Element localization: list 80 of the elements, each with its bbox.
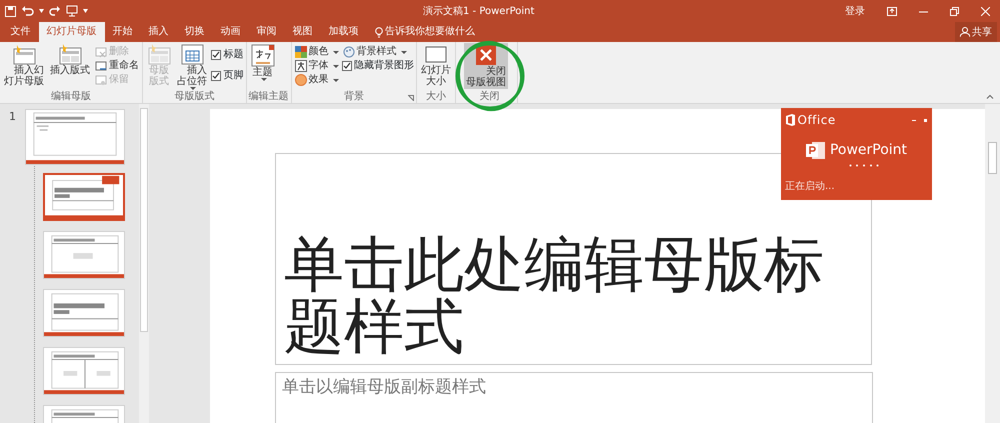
- ribbon-button[interactable]: 幻灯片大小: [419, 43, 453, 88]
- close-master-view-button[interactable]: 关闭母版视图: [464, 43, 508, 89]
- window-title: 演示文稿1 - PowerPoint: [423, 4, 534, 18]
- redo-icon[interactable]: [49, 6, 61, 16]
- group-label: 背景: [344, 91, 364, 103]
- placeholder-icon: [180, 44, 204, 65]
- loading-dots-icon: [848, 164, 878, 167]
- ribbon-button[interactable]: 颜色: [294, 45, 340, 59]
- ribbon-display-icon[interactable]: [887, 6, 897, 16]
- close-icon[interactable]: [924, 118, 927, 122]
- ribbon-button[interactable]: 插入幻灯片母版: [2, 43, 46, 88]
- status-text: 正在启动...: [784, 180, 836, 194]
- share-button[interactable]: 共享: [954, 22, 997, 42]
- group-label: 大小: [426, 91, 446, 103]
- caret-icon: [190, 87, 196, 90]
- checkbox[interactable]: [342, 61, 352, 71]
- caret-icon: [400, 50, 406, 54]
- ribbon-button[interactable]: 插入版式: [48, 43, 92, 77]
- ribbon-tab[interactable]: 切换: [176, 22, 212, 42]
- person-icon: [960, 27, 970, 37]
- ribbon-button[interactable]: 效果: [294, 73, 340, 87]
- ribbon-tab[interactable]: 幻灯片母版: [38, 22, 104, 42]
- undo-icon[interactable]: [21, 6, 34, 16]
- close-icon: [475, 44, 497, 66]
- caret-icon: [332, 64, 338, 68]
- slide-thumbnail[interactable]: [43, 173, 125, 221]
- slide-number: 1: [8, 109, 17, 125]
- rename-icon: [95, 60, 107, 72]
- presentation-icon[interactable]: [66, 5, 78, 17]
- sign-in-link[interactable]: 登录: [845, 4, 865, 18]
- tell-me-field[interactable]: 告诉我你想要做什么: [366, 22, 483, 42]
- checkbox-label: 页脚: [224, 68, 244, 83]
- ribbon-tab[interactable]: 加载项: [320, 22, 366, 42]
- caret-icon: [332, 50, 338, 54]
- ribbon-tab[interactable]: 插入: [140, 22, 176, 42]
- checkbox-label: 标题: [224, 48, 244, 62]
- theme-icon: [250, 44, 274, 67]
- caret-icon[interactable]: [83, 9, 88, 13]
- app-name: PowerPoint: [830, 141, 908, 160]
- ribbon-button[interactable]: 重命名: [94, 59, 140, 73]
- group-label: 编辑主题: [248, 91, 288, 103]
- ribbon-tab[interactable]: 视图: [284, 22, 320, 42]
- checkbox[interactable]: [211, 70, 221, 80]
- effects-icon: [294, 74, 306, 86]
- slide-size-icon: [424, 44, 448, 65]
- caret-icon: [260, 78, 266, 81]
- caret-icon: [332, 78, 338, 82]
- caret-icon[interactable]: [39, 9, 44, 13]
- font-icon: [294, 60, 306, 72]
- ribbon-button[interactable]: 字体: [294, 59, 340, 73]
- close-icon[interactable]: [981, 6, 990, 16]
- group-label: 关闭: [480, 91, 500, 103]
- paint-icon: [342, 46, 354, 58]
- colors-icon: [294, 46, 306, 58]
- scrollbar[interactable]: [139, 104, 149, 423]
- collapse-ribbon-icon[interactable]: [986, 94, 994, 99]
- office-logo-icon: [786, 114, 795, 126]
- restore-icon[interactable]: [950, 6, 959, 16]
- pin-icon: [95, 74, 107, 86]
- ribbon-button[interactable]: 插入占位符: [175, 43, 209, 91]
- brand-name: Office: [798, 112, 836, 129]
- group-label: 母版版式: [174, 91, 214, 103]
- delete-icon: [95, 46, 107, 58]
- scrollbar[interactable]: [985, 104, 1000, 423]
- ribbon-tab[interactable]: 动画: [212, 22, 248, 42]
- powerpoint-logo-icon: [806, 142, 825, 159]
- slides-icon: [12, 44, 36, 65]
- ribbon-button[interactable]: 背景样式: [342, 45, 414, 59]
- layout-icon: [147, 44, 171, 65]
- checkbox[interactable]: [211, 50, 221, 60]
- save-icon[interactable]: [5, 6, 16, 16]
- ribbon-tab[interactable]: 文件: [2, 22, 38, 42]
- checkbox-label: 隐藏背景图形: [354, 59, 414, 73]
- ribbon-tab[interactable]: 审阅: [248, 22, 284, 42]
- ribbon-button[interactable]: 主题: [248, 43, 276, 82]
- ribbon-tab[interactable]: 开始: [104, 22, 140, 42]
- title-placeholder[interactable]: 单击此处编辑母版标题样式: [284, 234, 871, 358]
- dialog-launcher-icon[interactable]: [408, 95, 414, 101]
- group-label: 编辑母版: [51, 91, 91, 103]
- lightbulb-icon: [374, 26, 382, 38]
